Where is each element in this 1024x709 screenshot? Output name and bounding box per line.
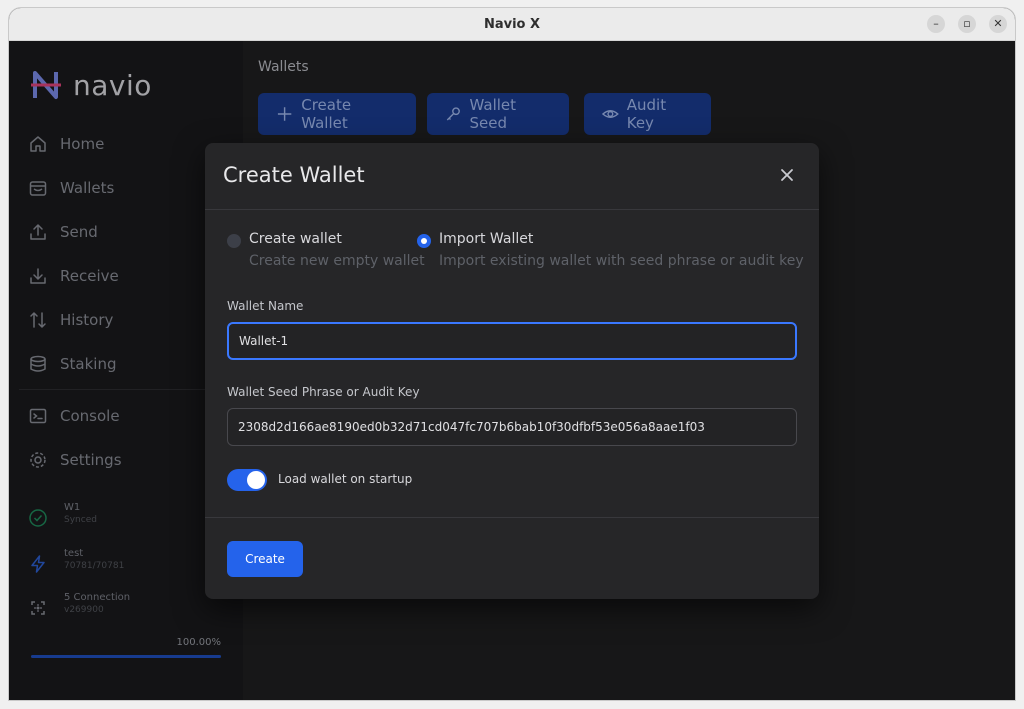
wallet-name-input[interactable]: Wallet-1: [227, 322, 797, 360]
toggle-knob: [247, 471, 265, 489]
app-window: Navio X – ▫ ✕ navio Home Wallets Send Re…: [9, 8, 1015, 700]
create-wallet-dialog: Create Wallet Create wallet Create new e…: [205, 143, 819, 599]
close-icon[interactable]: [777, 165, 797, 185]
radio-import-description: Import existing wallet with seed phrase …: [439, 253, 804, 269]
wallet-name-label: Wallet Name: [227, 299, 304, 313]
radio-create-description: Create new empty wallet: [249, 253, 425, 269]
dialog-footer-divider: [205, 517, 819, 518]
title-bar: Navio X – ▫ ✕: [9, 8, 1015, 41]
window-close-button[interactable]: ✕: [989, 15, 1007, 33]
radio-create-wallet[interactable]: Create wallet Create new empty wallet: [227, 231, 425, 269]
create-button[interactable]: Create: [227, 541, 303, 577]
radio-unchecked-icon: [227, 234, 241, 248]
seed-phrase-label: Wallet Seed Phrase or Audit Key: [227, 385, 420, 399]
dialog-header-divider: [205, 209, 819, 210]
dialog-title: Create Wallet: [223, 163, 365, 187]
radio-create-label: Create wallet: [249, 231, 342, 247]
minimize-button[interactable]: –: [927, 15, 945, 33]
radio-import-wallet[interactable]: Import Wallet Import existing wallet wit…: [417, 231, 804, 269]
load-on-startup-label: Load wallet on startup: [278, 472, 413, 486]
window-title: Navio X: [483, 17, 541, 32]
radio-import-label: Import Wallet: [439, 231, 534, 247]
radio-checked-icon: [417, 234, 431, 248]
seed-phrase-input[interactable]: 2308d2d166ae8190ed0b32d71cd047fc707b6bab…: [227, 408, 797, 446]
maximize-button[interactable]: ▫: [958, 15, 976, 33]
load-on-startup-toggle[interactable]: [227, 469, 267, 491]
